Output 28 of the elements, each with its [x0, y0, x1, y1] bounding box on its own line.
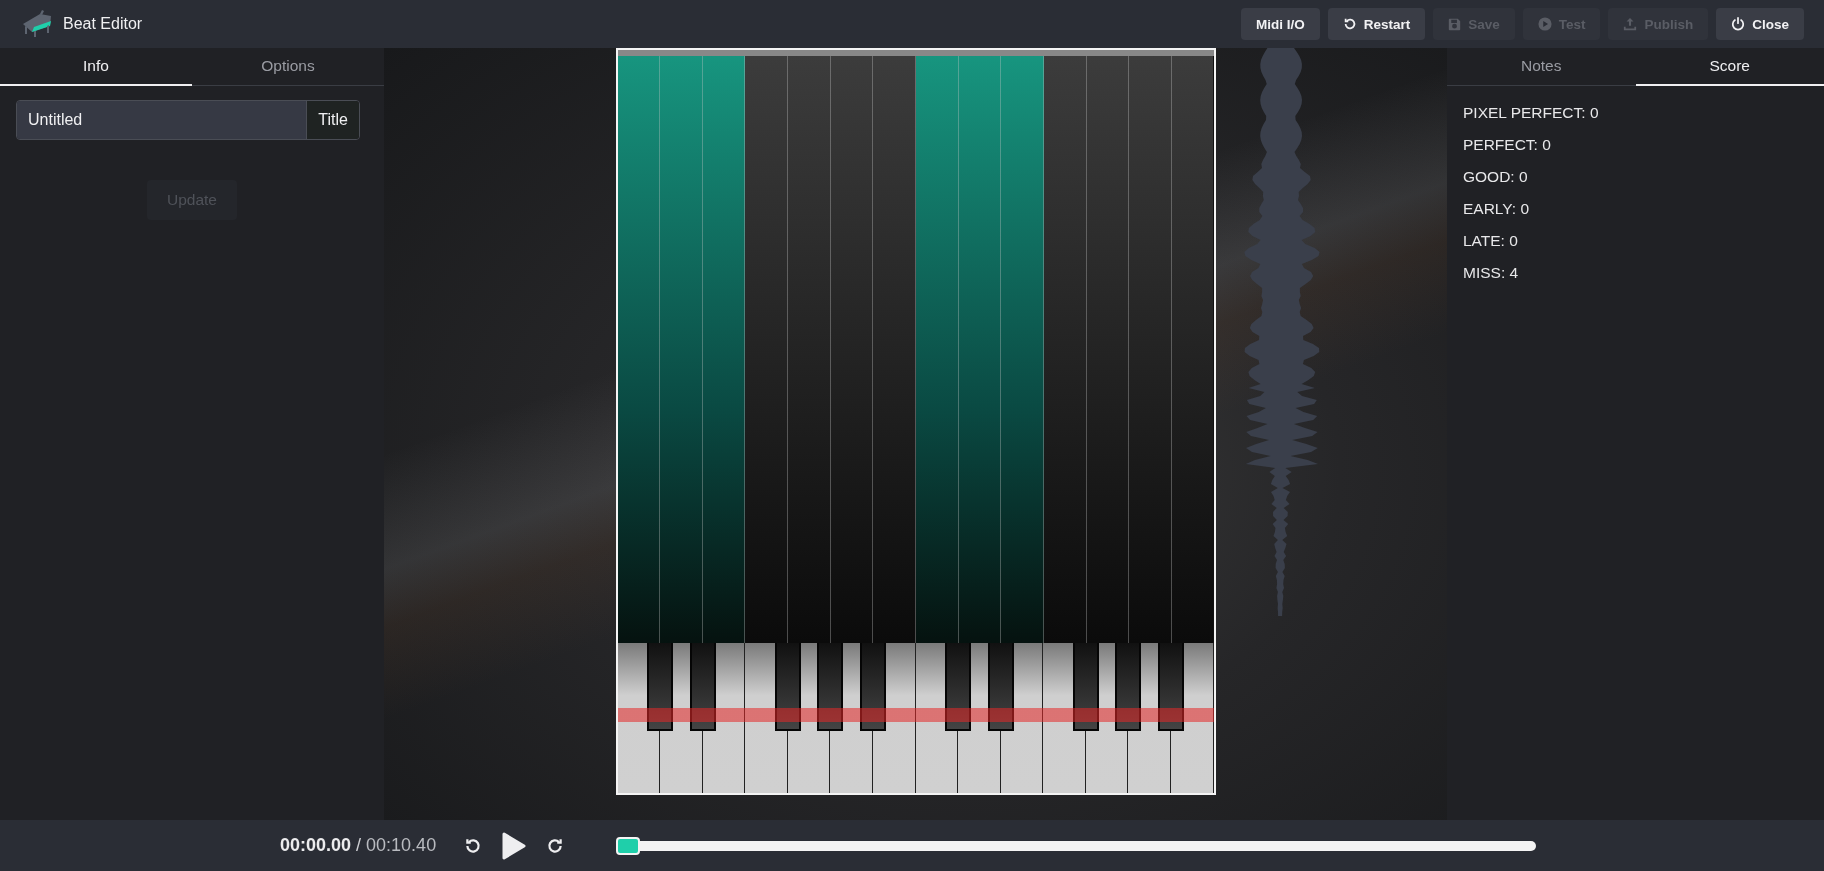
score-stat: PIXEL PERFECT: 0 [1463, 104, 1600, 123]
progress-track[interactable] [616, 836, 1537, 855]
panel-tab[interactable]: Notes [1447, 48, 1636, 86]
current-time: 00:00.00 [280, 835, 352, 856]
title-addon-label: Title [306, 101, 359, 139]
time-separator: / [356, 835, 362, 856]
score-stat: PERFECT: 0 [1463, 136, 1552, 155]
play-icon[interactable] [502, 831, 527, 860]
power-icon [1731, 17, 1746, 31]
rewind-icon[interactable] [464, 836, 483, 855]
total-time: 00:10.40 [366, 835, 437, 856]
panel-tab[interactable]: Score [1635, 48, 1824, 86]
score-stat: GOOD: 0 [1463, 168, 1529, 187]
score-stat: EARLY: 0 [1463, 200, 1531, 219]
panel-tab[interactable]: Info [0, 48, 192, 86]
close-button[interactable]: Close [1716, 8, 1804, 40]
upload-icon [1623, 17, 1638, 31]
app-title: Beat Editor [63, 15, 143, 33]
progress-handle[interactable] [616, 836, 641, 855]
restart-button[interactable]: Restart [1327, 8, 1426, 40]
score-stat: LATE: 0 [1463, 232, 1519, 251]
score-stat: MISS: 4 [1463, 264, 1520, 283]
title-input-field[interactable]: Untitled Title [16, 100, 360, 140]
panel-tab[interactable]: Options [192, 48, 384, 86]
play-circle-icon [1537, 17, 1552, 31]
redo-icon[interactable] [546, 836, 565, 855]
restart-icon [1342, 17, 1357, 31]
midi-button[interactable]: Midi I/O [1240, 8, 1320, 40]
